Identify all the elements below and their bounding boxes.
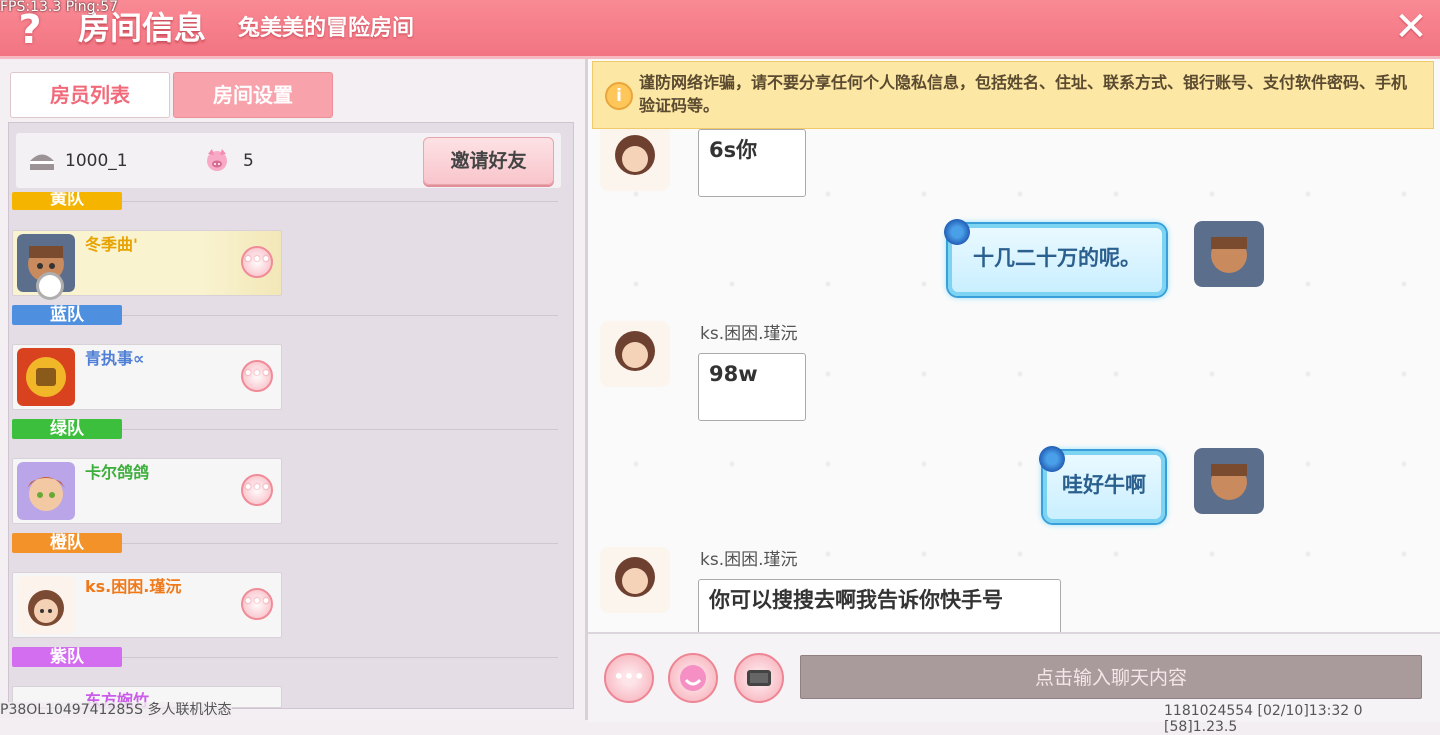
team-divider <box>122 543 558 544</box>
footer-status-right: 1181024554 [02/10]13:32 0 [58]1.23.5 <box>1164 703 1363 735</box>
message-bubble: 98w <box>698 353 806 421</box>
member-avatar <box>17 462 75 520</box>
member-card[interactable]: 卡尔鸽鸽 ••• <box>12 458 282 524</box>
member-avatar <box>17 348 75 406</box>
team-divider <box>122 201 558 202</box>
emoji-button[interactable] <box>668 653 718 703</box>
invite-friends-button[interactable]: 邀请好友 <box>423 137 554 185</box>
emoji-icon <box>680 665 706 691</box>
more-options-button[interactable]: ••• <box>604 653 654 703</box>
fps-readout: FPS:13.3 Ping:57 <box>0 0 119 15</box>
self-avatar <box>1194 221 1264 287</box>
close-icon[interactable]: ✕ <box>1388 4 1434 50</box>
team-tag-purple: 紫队 <box>12 647 122 667</box>
member-more-button[interactable]: ••• <box>241 246 273 278</box>
member-card[interactable]: 青执事∝ ••• <box>12 344 282 410</box>
fraud-warning-banner: i 谨防网络诈骗，请不要分享任何个人隐私信息，包括姓名、住址、联系方式、银行账号… <box>592 61 1434 129</box>
sender-avatar <box>600 125 670 191</box>
team-tag-orange: 橙队 <box>12 533 122 553</box>
message-bubble: 你可以搜搜去啊我告诉你快手号 <box>698 579 1061 632</box>
member-count-icon <box>207 149 227 171</box>
sender-avatar <box>600 321 670 387</box>
bubble-flower-decoration <box>942 217 972 247</box>
member-name: 冬季曲' <box>85 235 138 254</box>
sender-name: ks.困困.瑾沅 <box>700 324 798 344</box>
info-icon: i <box>605 82 633 110</box>
member-more-button[interactable]: ••• <box>241 360 273 392</box>
message-bubble: 6s你 <box>698 129 806 197</box>
member-card[interactable]: ks.困困.瑾沅 ••• <box>12 572 282 638</box>
team-tag-green: 绿队 <box>12 419 122 439</box>
header-bar <box>0 0 1440 59</box>
sender-avatar <box>600 547 670 613</box>
room-id: 1000_1 <box>65 151 128 171</box>
room-name: 兔美美的冒险房间 <box>238 16 415 41</box>
tab-room-settings[interactable]: 房间设置 <box>173 72 333 118</box>
message-bubble: 十几二十万的呢。 <box>948 224 1166 296</box>
member-name: ks.困困.瑾沅 <box>85 577 182 596</box>
chat-message-area[interactable]: 6s你 十几二十万的呢。 ks.困困.瑾沅 98w 哇好牛啊 ks.困困.瑾沅 … <box>588 59 1440 632</box>
member-more-button[interactable]: ••• <box>241 474 273 506</box>
member-count: 5 <box>243 151 254 171</box>
drag-handle[interactable] <box>36 272 64 300</box>
team-tag-blue: 蓝队 <box>12 305 122 325</box>
sender-name: ks.困困.瑾沅 <box>700 550 798 570</box>
room-icon <box>30 154 54 170</box>
fraud-warning-text: 谨防网络诈骗，请不要分享任何个人隐私信息，包括姓名、住址、联系方式、银行账号、支… <box>639 73 1408 115</box>
card-icon <box>747 670 771 686</box>
card-button[interactable] <box>734 653 784 703</box>
member-name: 青执事∝ <box>85 349 145 368</box>
self-avatar <box>1194 448 1264 514</box>
member-more-button[interactable]: ••• <box>241 588 273 620</box>
footer-status-left: P38OL1049741285S 多人联机状态 <box>0 702 232 718</box>
team-tag-yellow: 黄队 <box>12 192 122 210</box>
team-divider <box>122 429 558 430</box>
member-name: 卡尔鸽鸽 <box>85 463 150 482</box>
more-icon: ••• <box>613 667 645 686</box>
chat-input[interactable]: 点击输入聊天内容 <box>800 655 1422 699</box>
team-divider <box>122 315 558 316</box>
member-avatar <box>17 576 75 634</box>
bubble-flower-decoration <box>1037 444 1067 474</box>
tab-member-list[interactable]: 房员列表 <box>10 72 170 118</box>
team-divider <box>122 657 558 658</box>
